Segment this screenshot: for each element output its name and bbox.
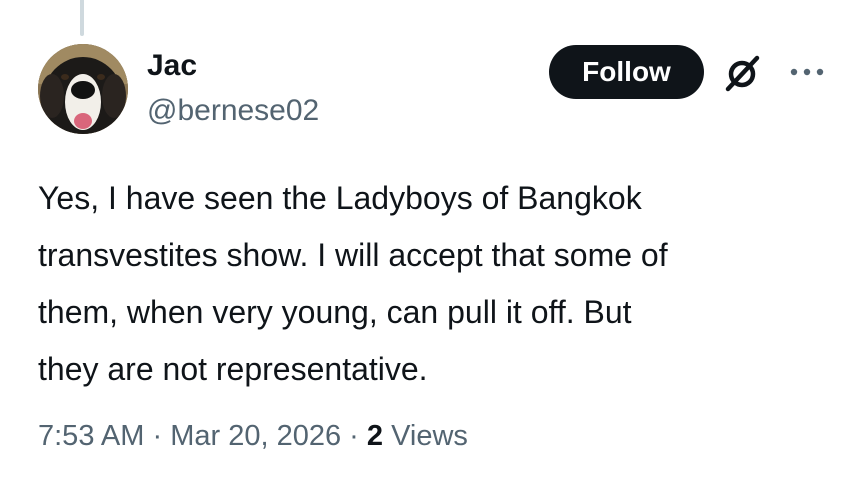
dog-avatar-image <box>38 44 128 134</box>
display-name[interactable]: Jac <box>147 48 197 84</box>
meta-separator: · <box>152 420 163 452</box>
follow-button[interactable]: Follow <box>549 45 704 99</box>
tweet-time[interactable]: 7:53 AM <box>38 420 144 452</box>
views-label[interactable]: Views <box>391 420 468 452</box>
grok-icon-glyph <box>725 55 760 92</box>
tweet-text: Yes, I have seen the Ladyboys of Bangkok… <box>38 180 668 387</box>
user-handle[interactable]: @bernese02 <box>147 93 319 129</box>
meta-separator: · <box>349 420 359 452</box>
views-count[interactable]: 2 <box>367 420 383 452</box>
grok-icon[interactable] <box>721 51 765 95</box>
thread-connector-line <box>80 0 84 36</box>
tweet-metadata: 7:53 AM · Mar 20, 2026 · 2 Views <box>38 418 468 454</box>
more-options-icon[interactable] <box>787 58 827 86</box>
avatar[interactable] <box>38 44 128 134</box>
more-dots-glyph <box>790 68 824 76</box>
tweet-date[interactable]: Mar 20, 2026 <box>170 420 341 452</box>
